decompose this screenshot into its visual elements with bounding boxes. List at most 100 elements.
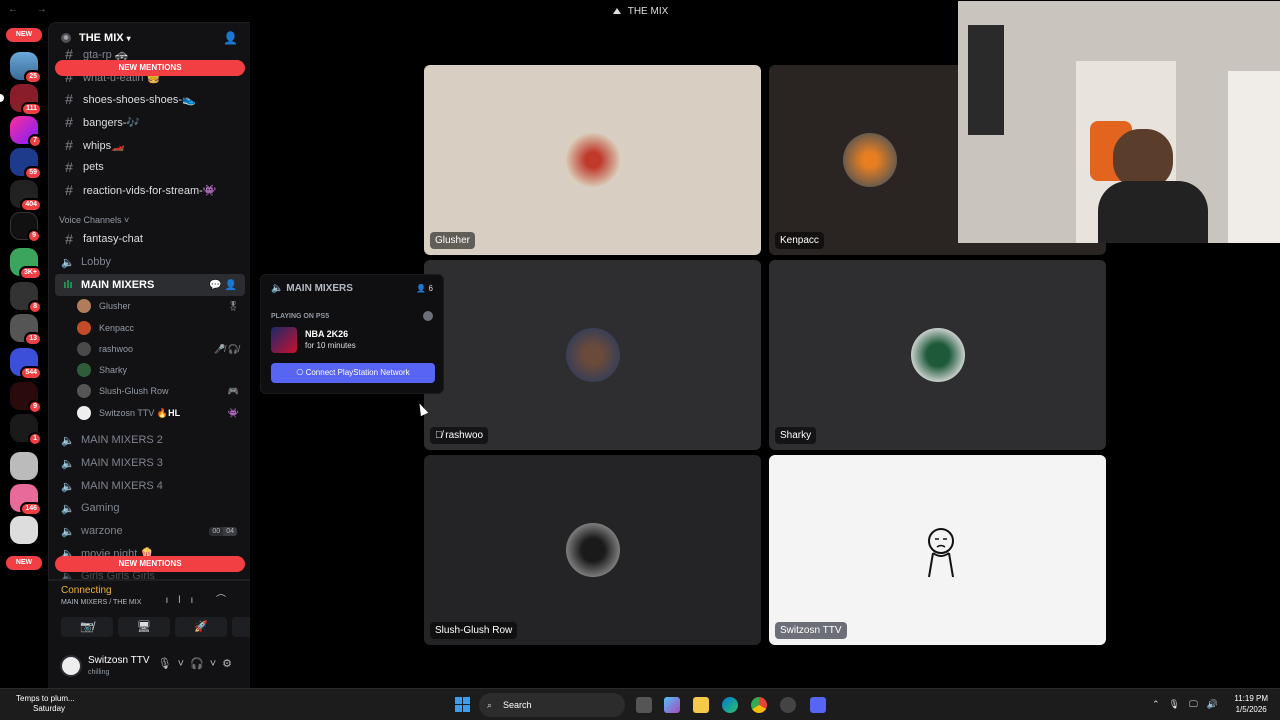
tile-name: 🎙̸ rashwoo: [430, 427, 489, 444]
task-view-icon[interactable]: [636, 697, 652, 713]
channel-fantasy-chat[interactable]: # fantasy-chat: [55, 228, 245, 250]
voice-channel-main-mixers-2[interactable]: 🔈 MAIN MIXERS 2: [55, 429, 245, 451]
hash-icon: #: [65, 91, 73, 107]
new-mentions-bar[interactable]: NEW MENTIONS: [55, 556, 245, 572]
voice-user-self[interactable]: Switzosn TTV 🔥HL 👾: [77, 403, 243, 423]
steam-icon[interactable]: [780, 697, 796, 713]
connection-location[interactable]: MAIN MIXERS / THE MIX: [61, 599, 141, 606]
mic-muted-icon: 🎙̸: [435, 430, 446, 441]
channel-shoes[interactable]: # shoes-shoes-shoes-👟: [55, 88, 245, 110]
voice-channel-popout: 🔈 MAIN MIXERS 👤 6 PLAYING ON PS5 NBA 2K2…: [260, 274, 444, 394]
activities-button[interactable]: 🚀: [175, 617, 227, 637]
new-unread-pill[interactable]: NEW: [6, 556, 42, 570]
connect-psn-button[interactable]: ⎔ Connect PlayStation Network: [271, 363, 435, 383]
playstation-icon: ⎔: [296, 368, 306, 377]
video-tile[interactable]: Glusher: [424, 65, 761, 255]
copilot-icon[interactable]: [664, 697, 680, 713]
discord-app: ← → THE MIX NEW 25 111 7 59 404 9 3K+ 8 …: [0, 0, 1280, 688]
voice-channel-main-mixers-4[interactable]: 🔈 MAIN MIXERS 4: [55, 475, 245, 497]
server-icon[interactable]: 25: [10, 52, 42, 84]
voice-channel-main-mixers-3[interactable]: 🔈 MAIN MIXERS 3: [55, 452, 245, 474]
server-icon[interactable]: 9: [10, 382, 42, 414]
channel-reaction-vids[interactable]: # reaction-vids-for-stream-👾: [55, 179, 245, 201]
speaker-icon: 🔈: [61, 480, 75, 493]
tile-name: Glusher: [430, 232, 476, 249]
speaker-icon: 🔈: [271, 283, 287, 294]
tile-name: Kenpacc: [775, 232, 824, 249]
user-limit-badge: 00 04: [209, 526, 237, 536]
server-icon: [612, 8, 621, 14]
tile-name: Sharky: [775, 427, 817, 444]
voice-user[interactable]: Glusher 🎖: [77, 296, 243, 316]
server-icon[interactable]: 3K+: [10, 248, 42, 280]
avatar: [77, 363, 91, 377]
cartoon-avatar-icon: [928, 528, 954, 578]
user-status: chilling: [88, 669, 110, 676]
weather-widget[interactable]: Temps to plum... Saturday: [16, 694, 75, 714]
voice-user[interactable]: Kenpacc: [77, 318, 243, 338]
server-icon[interactable]: 111: [10, 84, 42, 116]
voice-active-icon: ılı: [63, 279, 73, 291]
avatar: [77, 321, 91, 335]
server-icon[interactable]: 13: [10, 314, 42, 346]
noise-and-disconnect-icons[interactable]: ılı ⌒: [165, 591, 236, 606]
server-icon[interactable]: 1: [10, 414, 42, 446]
server-icon[interactable]: 7: [10, 116, 42, 148]
voice-user[interactable]: Sharky: [77, 360, 243, 380]
server-icon[interactable]: 8: [10, 282, 42, 314]
file-explorer-icon[interactable]: [693, 697, 709, 713]
voice-user[interactable]: rashwoo 🎤̸ 🎧̸: [77, 339, 243, 359]
discord-icon[interactable]: [810, 697, 826, 713]
camera-off-button[interactable]: 📷̸: [61, 617, 113, 637]
speaker-icon: 🔈: [61, 457, 75, 470]
server-icon[interactable]: [10, 516, 38, 544]
channel-pets[interactable]: # pets: [55, 156, 245, 178]
server-icon[interactable]: 146: [10, 484, 42, 516]
connection-status: Connecting: [61, 585, 112, 596]
start-button[interactable]: [455, 697, 470, 712]
nav-arrows[interactable]: ← →: [8, 4, 55, 15]
category-voice-channels[interactable]: Voice Channels ˅: [59, 215, 129, 225]
channel-sidebar: ◉ THE MIX ▾ 👤 # gta-rp 🚓 NEW MENTIONS # wh…: [48, 22, 250, 580]
server-icon[interactable]: 404: [10, 180, 42, 212]
screen-share-button[interactable]: 🖥: [118, 617, 170, 637]
video-tile[interactable]: Sharky: [769, 260, 1106, 450]
chrome-icon[interactable]: [751, 697, 767, 713]
server-icon[interactable]: [10, 452, 38, 480]
voice-channel-gaming[interactable]: 🔈 Gaming: [55, 497, 245, 519]
windows-taskbar: Temps to plum... Saturday ⌕ Search ⌃🎙🖵🔊 1…: [0, 688, 1280, 720]
video-tile[interactable]: Switzosn TTV: [769, 455, 1106, 645]
avatar: [77, 406, 91, 420]
user-name[interactable]: Switzosn TTV: [88, 655, 150, 666]
tile-name: Switzosn TTV: [775, 622, 847, 639]
system-tray[interactable]: ⌃🎙🖵🔊: [1152, 699, 1227, 710]
voice-channel-lobby[interactable]: 🔈 Lobby: [55, 251, 245, 273]
avatar[interactable]: [60, 655, 82, 677]
new-unread-pill[interactable]: NEW: [6, 28, 42, 42]
search-icon: ⌕: [487, 700, 493, 710]
voice-channel-main-mixers[interactable]: ılı MAIN MIXERS 💬 👤: [55, 274, 245, 296]
new-mentions-bar[interactable]: NEW MENTIONS: [55, 60, 245, 76]
user-panel: Switzosn TTV chilling 🎙˅🎧˅⚙: [48, 645, 250, 689]
server-icon[interactable]: 59: [10, 148, 42, 180]
taskbar-search[interactable]: ⌕ Search: [479, 693, 625, 717]
server-icon[interactable]: 9: [10, 212, 41, 243]
hash-icon: #: [65, 231, 73, 247]
speaker-icon: 🔈: [61, 256, 75, 269]
server-rail: NEW 25 111 7 59 404 9 3K+ 8 13 544 9 1 1…: [0, 22, 48, 580]
voice-user[interactable]: Slush-Glush Row 🎮: [77, 381, 243, 401]
avatar: [843, 133, 898, 187]
channel-whips[interactable]: # whips🏎️: [55, 134, 245, 156]
clock[interactable]: 11:19 PM 1/5/2026: [1234, 693, 1268, 715]
video-tile[interactable]: Slush-Glush Row: [424, 455, 761, 645]
channel-bangers[interactable]: # bangers-🎶: [55, 111, 245, 133]
window-title: THE MIX: [627, 5, 669, 17]
hash-icon: #: [65, 114, 73, 130]
edge-icon[interactable]: [722, 697, 738, 713]
voice-channel-warzone[interactable]: 🔈 warzone 00 04: [55, 520, 245, 542]
mic-headset-settings-icons[interactable]: 🎙˅🎧˅⚙: [158, 657, 238, 670]
video-tile[interactable]: 🎙̸ rashwoo: [424, 260, 761, 450]
voice-connection-panel: Connecting MAIN MIXERS / THE MIX ılı ⌒ 📷…: [48, 580, 284, 689]
server-icon[interactable]: 544: [10, 348, 42, 380]
avatar: [565, 328, 620, 382]
